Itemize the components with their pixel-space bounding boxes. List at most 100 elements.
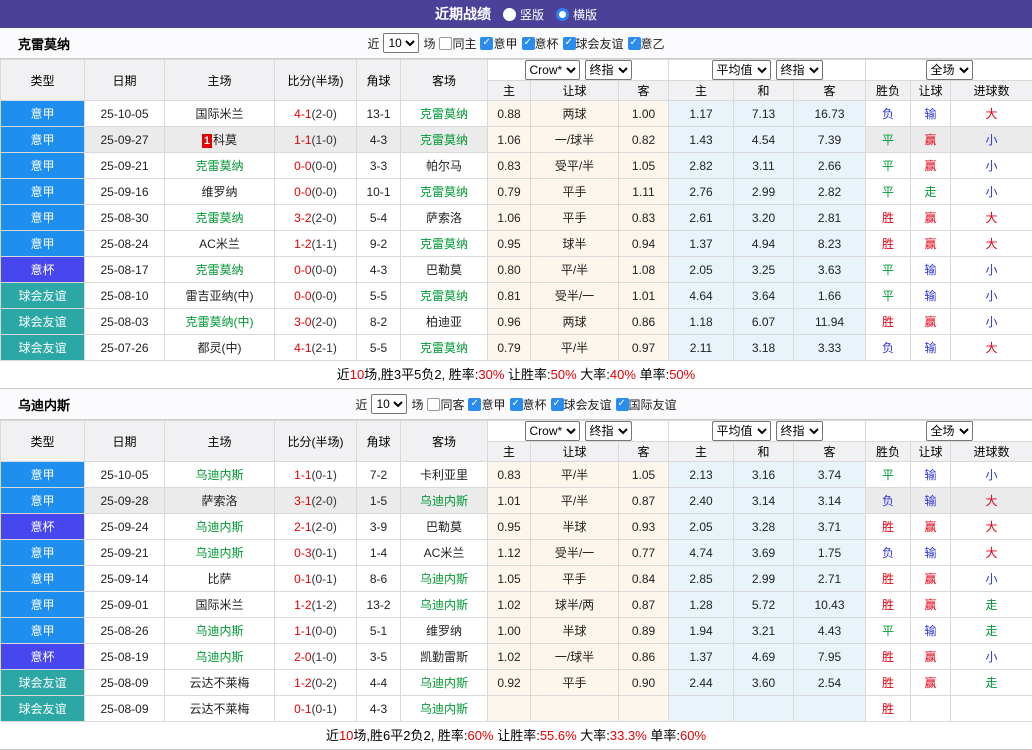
radio-icon[interactable] [556, 8, 569, 21]
filter-checkbox-same-away[interactable]: 同客 [427, 396, 464, 413]
matches-table-1: 类型 日期 主场 比分(半场) 角球 客场 Crow* 终指 平均值 终指 [0, 59, 1032, 361]
fulltime-score: 2-0 [294, 650, 311, 664]
avg-home-cell: 4.74 [669, 540, 734, 566]
away-odds-cell: 0.83 [619, 205, 669, 231]
result-goals-cell: 小 [951, 283, 1032, 309]
home-team-cell: 乌迪内斯 [165, 644, 275, 670]
home-team-cell: 雷吉亚纳(中) [165, 283, 275, 309]
fulltime-score: 4-1 [294, 107, 311, 121]
team-section-2: 乌迪内斯 近 10 场 同客 意甲 意杯 球会友谊 [0, 389, 1032, 750]
col-header-type: 类型 [1, 421, 85, 462]
fullmatch-select[interactable]: 全场 [926, 60, 973, 80]
home-team-cell: 维罗纳 [165, 179, 275, 205]
avg-draw-cell: 3.21 [734, 618, 794, 644]
checkbox-icon[interactable] [563, 37, 576, 50]
handicap-cell: 平/半 [531, 257, 619, 283]
matches-count-select[interactable]: 10 [383, 33, 419, 53]
handicap-cell [531, 696, 619, 722]
summary-segment: 让胜率: [504, 367, 550, 382]
summary-segment: 50% [551, 367, 577, 382]
away-odds-cell: 1.05 [619, 153, 669, 179]
avg-draw-cell: 3.64 [734, 283, 794, 309]
final-odds-select[interactable]: 终指 [585, 421, 632, 441]
match-type-cell: 意甲 [1, 566, 85, 592]
result-goals-cell: 小 [951, 309, 1032, 335]
radio-icon[interactable] [503, 8, 516, 21]
avg-draw-cell: 3.18 [734, 335, 794, 361]
avg-home-cell: 2.61 [669, 205, 734, 231]
match-row: 意甲25-09-21乌迪内斯0-3(0-1)1-4AC米兰1.12受半/一0.7… [1, 540, 1032, 566]
fulltime-score: 1-2 [294, 676, 311, 690]
away-odds-cell: 0.84 [619, 566, 669, 592]
score-cell: 2-1(2-0) [275, 514, 357, 540]
filter-checkbox-coppa[interactable]: 意杯 [522, 35, 559, 52]
avg-away-cell: 4.43 [794, 618, 866, 644]
match-row: 球会友谊25-08-09云达不莱梅1-2(0-2)4-4乌迪内斯0.92平手0.… [1, 670, 1032, 696]
fulltime-score: 0-3 [294, 546, 311, 560]
handicap-cell: 受半/一 [531, 283, 619, 309]
away-odds-cell: 0.86 [619, 309, 669, 335]
bookmaker-select[interactable]: Crow* [525, 421, 580, 441]
sub-header-avg-draw: 和 [734, 81, 794, 101]
summary-segment: 近 [326, 728, 339, 743]
fullmatch-select[interactable]: 全场 [926, 421, 973, 441]
halftime-score: (0-0) [312, 185, 337, 199]
summary-segment: 60% [680, 728, 706, 743]
match-row: 意甲25-09-16维罗纳0-0(0-0)10-1克雷莫纳0.79平手1.112… [1, 179, 1032, 205]
match-type-cell: 意甲 [1, 540, 85, 566]
col-header-corners: 角球 [357, 421, 401, 462]
score-cell: 0-0(0-0) [275, 153, 357, 179]
final-odds-select-2[interactable]: 终指 [776, 421, 823, 441]
checkbox-icon[interactable] [510, 398, 523, 411]
filter-checkbox-coppa[interactable]: 意杯 [510, 396, 547, 413]
final-odds-select[interactable]: 终指 [585, 60, 632, 80]
sub-header-goals: 进球数 [951, 81, 1032, 101]
filter-checkbox-same-home[interactable]: 同主 [439, 35, 476, 52]
matches-count-select[interactable]: 10 [371, 394, 407, 414]
col-header-date: 日期 [85, 421, 165, 462]
home-team-cell-name: 乌迪内斯 [195, 468, 243, 482]
result-handicap-cell: 输 [911, 335, 951, 361]
filter-checkbox-serie-a[interactable]: 意甲 [480, 35, 517, 52]
filter-checkbox-club-friendly[interactable]: 球会友谊 [551, 396, 612, 413]
sub-header-odds-away: 客 [619, 81, 669, 101]
away-team-cell-name: 乌迪内斯 [420, 572, 468, 586]
checkbox-icon[interactable] [628, 37, 641, 50]
filter-checkbox-club-friendly[interactable]: 球会友谊 [563, 35, 624, 52]
away-team-cell-name: 卡利亚里 [420, 468, 468, 482]
match-type-cell: 球会友谊 [1, 670, 85, 696]
filter-checkbox-serie-a[interactable]: 意甲 [468, 396, 505, 413]
avg-draw-cell: 4.54 [734, 127, 794, 153]
avg-away-cell: 1.75 [794, 540, 866, 566]
final-odds-select-2[interactable]: 终指 [776, 60, 823, 80]
away-team-cell-name: 克雷莫纳 [420, 341, 468, 355]
radio-vertical-layout[interactable]: 竖版 [503, 6, 544, 23]
filter-checkbox-serie-b[interactable]: 意乙 [628, 35, 665, 52]
checkbox-icon[interactable] [616, 398, 629, 411]
checkbox-icon[interactable] [480, 37, 493, 50]
fulltime-score: 0-1 [294, 702, 311, 716]
match-row: 意杯25-08-17克雷莫纳0-0(0-0)4-3巴勒莫0.80平/半1.082… [1, 257, 1032, 283]
checkbox-icon[interactable] [468, 398, 481, 411]
average-select[interactable]: 平均值 [712, 421, 771, 441]
match-type-cell: 意甲 [1, 488, 85, 514]
bookmaker-select[interactable]: Crow* [525, 60, 580, 80]
average-select[interactable]: 平均值 [712, 60, 771, 80]
corners-cell: 1-5 [357, 488, 401, 514]
filter-checkbox-intl-friendly[interactable]: 国际友谊 [616, 396, 677, 413]
checkbox-icon[interactable] [427, 398, 440, 411]
fulltime-score: 0-0 [294, 289, 311, 303]
avg-draw-cell: 3.20 [734, 205, 794, 231]
away-odds-cell: 0.87 [619, 592, 669, 618]
home-team-cell-name: 乌迪内斯 [195, 650, 243, 664]
fulltime-score: 3-2 [294, 211, 311, 225]
checkbox-icon[interactable] [439, 37, 452, 50]
corners-cell: 4-3 [357, 696, 401, 722]
checkbox-icon[interactable] [551, 398, 564, 411]
radio-horizontal-layout[interactable]: 横版 [556, 6, 597, 23]
home-odds-cell: 1.05 [488, 566, 531, 592]
avg-away-cell: 2.81 [794, 205, 866, 231]
checkbox-icon[interactable] [522, 37, 535, 50]
summary-segment: 10 [350, 367, 364, 382]
radio-vertical-label: 竖版 [520, 6, 544, 23]
